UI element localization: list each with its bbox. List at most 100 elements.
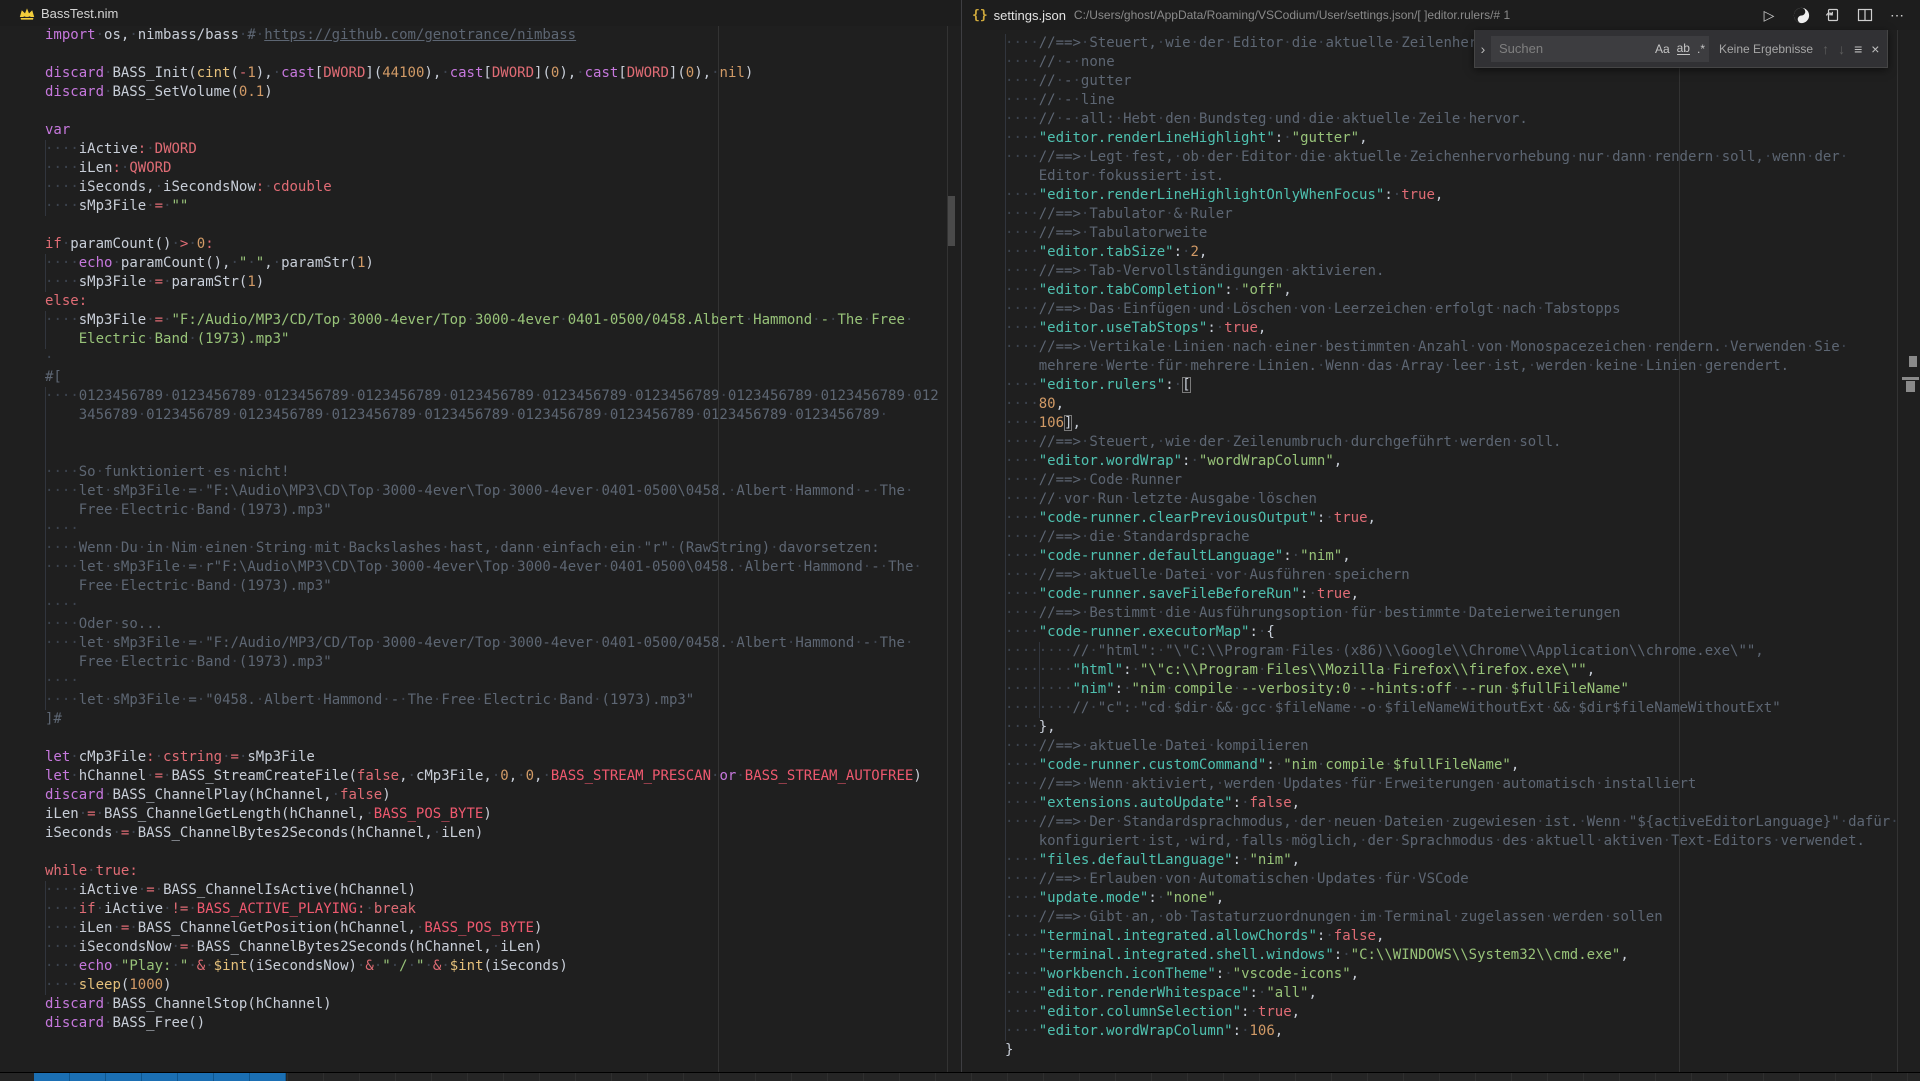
code-line[interactable]: ····"code-runner.customCommand":·"nim·co…: [1005, 756, 1899, 775]
run-code-icon[interactable]: ▷: [1760, 6, 1778, 24]
left-scrollbar-slider[interactable]: [948, 196, 955, 246]
tab-settings-json[interactable]: settings.json: [994, 8, 1066, 23]
code-line[interactable]: [45, 45, 939, 64]
code-line[interactable]: ····Wenn·Du·in·Nim·einen·String·mit·Back…: [45, 539, 939, 558]
code-line[interactable]: ····//==>·die·Standardsprache: [1005, 528, 1899, 547]
code-line[interactable]: ····let·sMp3File·=·"0458.·Albert·Hammond…: [45, 691, 939, 710]
code-line[interactable]: ····//==>·Vertikale·Linien·nach·einer·be…: [1005, 338, 1899, 357]
code-line[interactable]: ····//·-·gutter: [1005, 72, 1899, 91]
code-line[interactable]: [45, 102, 939, 121]
code-line[interactable]: import·os,·nimbass/bass·#·https://github…: [45, 26, 939, 45]
code-line[interactable]: iSeconds·=·BASS_ChannelBytes2Seconds(hCh…: [45, 824, 939, 843]
code-line[interactable]: ····iLen·=·BASS_ChannelGetPosition(hChan…: [45, 919, 939, 938]
code-line[interactable]: ····//==>·Legt·fest,·ob·der·Editor·die·a…: [1005, 148, 1899, 167]
code-line[interactable]: ····iLen:·QWORD: [45, 159, 939, 178]
code-line[interactable]: ····"editor.useTabStops":·true,: [1005, 319, 1899, 338]
code-line[interactable]: ····: [45, 520, 939, 539]
code-line[interactable]: discard·BASS_Init(cint(-1),·cast[DWORD](…: [45, 64, 939, 83]
code-line[interactable]: ····Oder·so...: [45, 615, 939, 634]
code-line[interactable]: [45, 843, 939, 862]
find-previous-icon[interactable]: ↑: [1822, 41, 1829, 57]
code-line[interactable]: ····0123456789·0123456789·0123456789·012…: [45, 387, 939, 406]
code-line[interactable]: ····if·iActive·!=·BASS_ACTIVE_PLAYING:·b…: [45, 900, 939, 919]
code-line[interactable]: ····"files.defaultLanguage":·"nim",: [1005, 851, 1899, 870]
code-line[interactable]: ····106],: [1005, 414, 1899, 433]
code-line[interactable]: ····echo·"Play:·"·&·$int(iSecondsNow)·&·…: [45, 957, 939, 976]
whole-word-icon[interactable]: ab: [1677, 43, 1690, 55]
code-line[interactable]: ····//==>·Das·Einfügen·und·Löschen·von·L…: [1005, 300, 1899, 319]
code-line[interactable]: ····//==>·Gibt·an,·ob·Tastaturzuordnunge…: [1005, 908, 1899, 927]
toggle-replace-chevron[interactable]: ›: [1475, 41, 1491, 57]
code-line[interactable]: ····//==>·Tabulator·&·Ruler: [1005, 205, 1899, 224]
code-line[interactable]: let·cMp3File:·cstring·=·sMp3File: [45, 748, 939, 767]
code-line[interactable]: ·: [45, 349, 939, 368]
code-line[interactable]: ····"workbench.iconTheme":·"vscode-icons…: [1005, 965, 1899, 984]
code-line[interactable]: ]#: [45, 710, 939, 729]
code-line[interactable]: ····"editor.wordWrapColumn":·106,: [1005, 1022, 1899, 1041]
code-line[interactable]: ····"editor.renderWhitespace":·"all",: [1005, 984, 1899, 1003]
code-line[interactable]: ····"editor.tabSize":·2,: [1005, 243, 1899, 262]
find-next-icon[interactable]: ↓: [1838, 41, 1845, 57]
code-line[interactable]: Electric·Band·(1973).mp3": [45, 330, 939, 349]
code-line[interactable]: ····let·sMp3File·=·"F:/Audio/MP3/CD/Top·…: [45, 634, 939, 653]
code-line[interactable]: ····"editor.renderLineHighlight":·"gutte…: [1005, 129, 1899, 148]
code-line[interactable]: ····iSeconds,·iSecondsNow:·cdouble: [45, 178, 939, 197]
code-line[interactable]: ····//==>·Wenn·aktiviert,·werden·Updates…: [1005, 775, 1899, 794]
code-line[interactable]: ····//·vor·Run·letzte·Ausgabe·löschen: [1005, 490, 1899, 509]
code-line[interactable]: ····//==>·Steuert,·wie·der·Zeilenumbruch…: [1005, 433, 1899, 452]
code-line[interactable]: ····//·-·line: [1005, 91, 1899, 110]
more-actions-icon[interactable]: ⋯: [1888, 6, 1906, 24]
code-line[interactable]: ····"editor.tabCompletion":·"off",: [1005, 281, 1899, 300]
close-icon[interactable]: ×: [1871, 41, 1879, 57]
code-line[interactable]: while·true:: [45, 862, 939, 881]
split-editor-icon[interactable]: [1856, 6, 1874, 24]
code-line[interactable]: Free·Electric·Band·(1973).mp3": [45, 653, 939, 672]
code-line[interactable]: ····iActive·=·BASS_ChannelIsActive(hChan…: [45, 881, 939, 900]
code-line[interactable]: ····"code-runner.executorMap":·{: [1005, 623, 1899, 642]
code-line[interactable]: ········//·"c":·"cd·$dir·&&·gcc·$fileNam…: [1005, 699, 1899, 718]
code-line[interactable]: ····//==>·Tabulatorweite: [1005, 224, 1899, 243]
code-line[interactable]: ········//·"html":·"\"C:\\Program·Files·…: [1005, 642, 1899, 661]
code-line[interactable]: ····sleep(1000): [45, 976, 939, 995]
code-line[interactable]: ····"terminal.integrated.allowChords":·f…: [1005, 927, 1899, 946]
code-line[interactable]: ····So·funktioniert·es·nicht!: [45, 463, 939, 482]
code-line[interactable]: ····//==>·Erlauben·von·Automatischen·Upd…: [1005, 870, 1899, 889]
code-line[interactable]: [45, 444, 939, 463]
code-line[interactable]: ········"nim":·"nim·compile·--verbosity:…: [1005, 680, 1899, 699]
code-line[interactable]: ····//·-·all:·Hebt·den·Bundsteg·und·die·…: [1005, 110, 1899, 129]
code-line[interactable]: else:: [45, 292, 939, 311]
code-line[interactable]: Editor·fokussiert·ist.: [1005, 167, 1899, 186]
code-line[interactable]: var: [45, 121, 939, 140]
code-line[interactable]: [45, 425, 939, 444]
code-line[interactable]: discard·BASS_ChannelPlay(hChannel,·false…: [45, 786, 939, 805]
code-line[interactable]: ····sMp3File·=·paramStr(1): [45, 273, 939, 292]
code-line[interactable]: ····"code-runner.saveFileBeforeRun":·tru…: [1005, 585, 1899, 604]
code-line[interactable]: ····//==>·aktuelle·Datei·kompilieren: [1005, 737, 1899, 756]
code-line[interactable]: ····let·sMp3File·=·r"F:\Audio\MP3\CD\Top…: [45, 558, 939, 577]
nim-code-editor[interactable]: import·os,·nimbass/bass·#·https://github…: [0, 26, 939, 1033]
breadcrumb[interactable]: C:/Users/ghost/AppData/Roaming/VSCodium/…: [1074, 8, 1510, 22]
code-line[interactable]: ····"update.mode":·"none",: [1005, 889, 1899, 908]
code-line[interactable]: discard·BASS_SetVolume(0.1): [45, 83, 939, 102]
code-line[interactable]: ····: [45, 672, 939, 691]
regex-icon[interactable]: .*: [1697, 42, 1705, 56]
code-line[interactable]: }: [1005, 1041, 1899, 1060]
code-line[interactable]: ····echo·paramCount(),·"·",·paramStr(1): [45, 254, 939, 273]
code-line[interactable]: discard·BASS_ChannelStop(hChannel): [45, 995, 939, 1014]
code-line[interactable]: [45, 216, 939, 235]
code-line[interactable]: let·hChannel·=·BASS_StreamCreateFile(fal…: [45, 767, 939, 786]
code-line[interactable]: if·paramCount()·>·0:: [45, 235, 939, 254]
code-line[interactable]: konfiguriert·ist,·wird,·falls·möglich,·d…: [1005, 832, 1899, 851]
code-line[interactable]: ····"editor.wordWrap":·"wordWrapColumn",: [1005, 452, 1899, 471]
code-line[interactable]: ····"code-runner.defaultLanguage":·"nim"…: [1005, 547, 1899, 566]
code-line[interactable]: ····: [45, 596, 939, 615]
code-line[interactable]: ····"terminal.integrated.shell.windows":…: [1005, 946, 1899, 965]
code-line[interactable]: 3456789·0123456789·0123456789·0123456789…: [45, 406, 939, 425]
code-line[interactable]: ····//==>·Der·Standardsprachmodus,·der·n…: [1005, 813, 1899, 832]
search-input[interactable]: [1497, 40, 1648, 57]
find-in-selection-icon[interactable]: ≡: [1854, 41, 1862, 57]
code-line[interactable]: ····let·sMp3File·=·"F:\Audio\MP3\CD\Top·…: [45, 482, 939, 501]
code-line[interactable]: ····"extensions.autoUpdate":·false,: [1005, 794, 1899, 813]
code-line[interactable]: ····//==>·aktuelle·Datei·vor·Ausführen·s…: [1005, 566, 1899, 585]
code-line[interactable]: ····sMp3File·=·"F:/Audio/MP3/CD/Top·3000…: [45, 311, 939, 330]
